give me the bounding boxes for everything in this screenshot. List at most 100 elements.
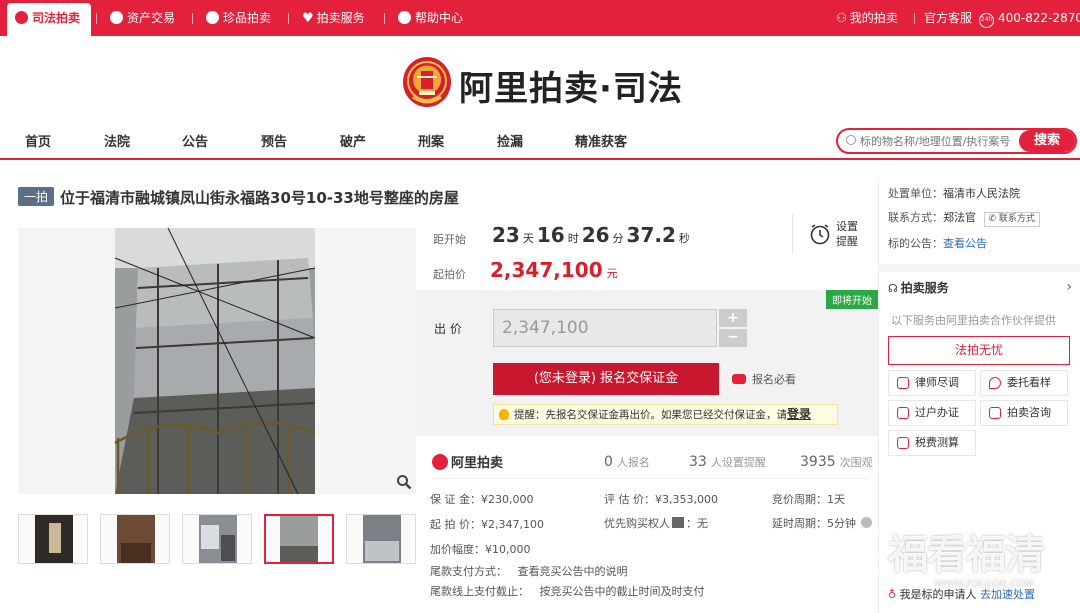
zoom-icon[interactable] [396, 474, 412, 490]
bid-label: 出 价 [434, 322, 462, 336]
info-icon [672, 517, 684, 528]
tab-label: 帮助中心 [415, 11, 464, 25]
stat-number: 3935 [800, 454, 836, 470]
phone-icon: ✆ [988, 214, 997, 224]
nav-preview[interactable]: 预告 [261, 131, 287, 150]
contact-label: 联系方式： [888, 211, 943, 224]
divider [384, 13, 385, 24]
bulb-icon [499, 409, 509, 420]
nav-precise-customer[interactable]: 精准获客 [575, 131, 627, 150]
nav-bankruptcy[interactable]: 破产 [340, 131, 366, 150]
countdown-seconds: 37.2 [626, 223, 676, 247]
user-icon: ⚇ [836, 11, 847, 25]
building-photo [18, 228, 416, 494]
priority-label: 优先购买权人 [604, 517, 670, 530]
court-notice: 标的公告：查看公告 [888, 235, 987, 251]
countdown-days: 23 [492, 223, 520, 247]
divider [432, 478, 868, 479]
court-emblem-icon [403, 57, 451, 107]
brand-text: 阿里拍卖 [451, 456, 504, 471]
calculator-icon [897, 437, 909, 449]
increment-info: 加价幅度：¥10,000 [430, 543, 531, 556]
register-deposit-button[interactable]: (您未登录) 报名交保证金 [493, 363, 719, 395]
entrust-viewing-button[interactable]: 委托看样 [980, 370, 1068, 396]
contact-button[interactable]: ✆ 联系方式 [983, 212, 1040, 227]
increase-bid-button[interactable]: + [719, 309, 747, 327]
unit-label: 天 [522, 232, 534, 245]
notice-label: 标的公告： [888, 237, 943, 250]
start-price-value: 2,347,100 [490, 258, 603, 282]
stat-label: 次围观 [839, 456, 873, 469]
tab-treasure-auction[interactable]: 珍品拍卖 [206, 0, 271, 36]
decrease-bid-button[interactable]: − [719, 329, 747, 347]
auction-services-header[interactable]: ☊ 拍卖服务 › [888, 279, 1078, 297]
legal-auction-worry-free-button[interactable]: 法拍无忧 [888, 336, 1070, 365]
service-label: 委托看样 [1007, 376, 1051, 389]
tab-asset-trading[interactable]: 资产交易 [110, 0, 175, 36]
divider [792, 214, 793, 254]
court-contact: 联系方式：郑法官 ✆ 联系方式 [888, 209, 1040, 227]
tab-help-center[interactable]: 帮助中心 [398, 0, 463, 36]
court-unit: 处置单位：福清市人民法院 [888, 185, 1020, 201]
unit-label: 时 [567, 232, 579, 245]
tab-label: 珍品拍卖 [223, 11, 272, 25]
customer-service-link[interactable]: 官方客服 [924, 0, 972, 36]
thumbnail-image [347, 515, 415, 563]
search-input[interactable] [860, 132, 1020, 150]
nav-bargain[interactable]: 捡漏 [497, 131, 523, 150]
transfer-certificate-button[interactable]: 过户办证 [888, 400, 976, 426]
search-button[interactable]: 搜索 [1019, 130, 1075, 152]
status-badge: 即将开始 [826, 290, 878, 309]
help-icon[interactable] [861, 517, 872, 528]
main-property-image[interactable] [18, 228, 416, 494]
signup-count: 0 人报名 [604, 454, 650, 470]
set-reminder-button[interactable]: 设置提醒 [808, 219, 862, 253]
login-link[interactable]: 登录 [787, 407, 811, 421]
countdown-label: 距开始 [433, 233, 466, 246]
tab-label: 拍卖服务 [316, 11, 365, 25]
thumbnail[interactable] [100, 514, 170, 564]
location-pin-icon [989, 377, 1001, 389]
priority-buyer-info: 优先购买权人 ：无 [604, 515, 708, 531]
must-read-link[interactable]: 报名必看 [732, 371, 796, 387]
thumbnail-image [183, 515, 251, 563]
thumbnail-selected[interactable] [264, 514, 334, 564]
tax-estimate-button[interactable]: 税费测算 [888, 430, 976, 456]
stat-label: 人设置提醒 [710, 456, 766, 469]
tab-label: 资产交易 [127, 11, 176, 25]
ali-auction-brand: 阿里拍卖 [432, 452, 503, 471]
accelerate-disposal-link[interactable]: 去加速处置 [980, 588, 1035, 601]
thumbnail-image [101, 515, 169, 563]
thumbnail[interactable] [182, 514, 252, 564]
stat-number: 0 [604, 454, 613, 470]
thumbnail[interactable] [346, 514, 416, 564]
applicant-icon: ♁ [888, 588, 897, 601]
lawyer-due-diligence-button[interactable]: 律师尽调 [888, 370, 976, 396]
bid-amount-input[interactable] [493, 309, 717, 347]
applicant-label: 我是标的申请人 [899, 588, 977, 601]
emblem-graphic [407, 61, 447, 104]
auction-consult-button[interactable]: 拍卖咨询 [980, 400, 1068, 426]
login-tip: 提醒：先报名交保证金再出价。如果您已经交付保证金，请登录 [493, 404, 838, 425]
service-label: 税费测算 [915, 436, 959, 449]
divider [879, 264, 1080, 272]
nav-court[interactable]: 法院 [104, 131, 130, 150]
countdown-hours: 16 [536, 223, 565, 247]
nav-criminal[interactable]: 刑案 [418, 131, 444, 150]
court-name[interactable]: 福清市人民法院 [943, 187, 1020, 200]
unit-label: 分 [612, 232, 624, 245]
nav-home[interactable]: 首页 [25, 131, 51, 150]
bid-panel: 即将开始 出 价 + − (您未登录) 报名交保证金 报名必看 提醒：先报名交保… [416, 290, 878, 436]
thumbnail[interactable] [18, 514, 88, 564]
tab-auction-service[interactable]: ♥ 拍卖服务 [302, 0, 365, 36]
delay-label: 延时周期：5分钟 [772, 517, 856, 530]
divider [192, 13, 193, 24]
tab-judicial-auction[interactable]: 司法拍卖 [7, 3, 91, 36]
my-auction-link[interactable]: ⚇ 我的拍卖 [836, 0, 898, 36]
auction-round-badge: 一拍 [18, 187, 55, 206]
thumbnail-strip [18, 514, 416, 564]
service-label: 拍卖咨询 [1007, 406, 1051, 419]
nav-notice[interactable]: 公告 [182, 131, 208, 150]
view-notice-link[interactable]: 查看公告 [943, 237, 987, 250]
deposit-info: 保 证 金：¥230,000 [430, 493, 534, 506]
